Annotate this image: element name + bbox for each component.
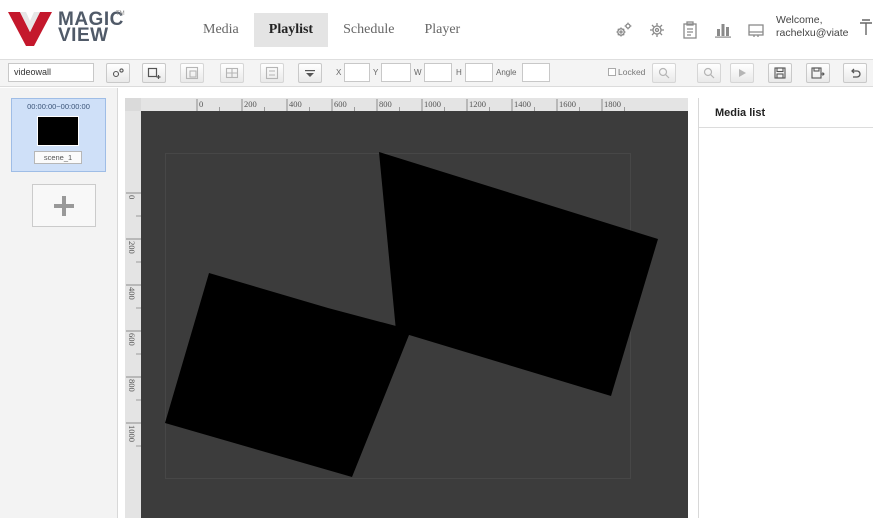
tab-schedule[interactable]: Schedule (328, 13, 409, 47)
settings-gears-icon (112, 68, 124, 78)
distribute-button[interactable] (260, 63, 284, 83)
plus-icon (54, 195, 74, 216)
tab-media[interactable]: Media (188, 13, 254, 47)
ruler-label: 1800 (604, 99, 621, 109)
zoom-out-button[interactable] (697, 63, 721, 83)
w-input[interactable] (424, 63, 452, 82)
scene-settings-button[interactable] (106, 63, 130, 83)
logo-trademark: TM (116, 11, 125, 17)
ruler-label: 200 (127, 241, 137, 254)
x-input[interactable] (344, 63, 370, 82)
app-header: MAGIC VIEW TM Media Playlist Schedule Pl… (0, 0, 873, 60)
ruler-label: 400 (127, 287, 137, 300)
ruler-corner (125, 98, 141, 111)
save-as-button[interactable] (806, 63, 830, 83)
distribute-icon (265, 66, 279, 80)
save-as-icon (811, 67, 825, 79)
ruler-label: 400 (289, 99, 302, 109)
y-input[interactable] (381, 63, 411, 82)
undo-button[interactable] (843, 63, 867, 83)
layer-menu-button[interactable] (298, 63, 322, 83)
ruler-label: 600 (334, 99, 347, 109)
ruler-label: 800 (379, 99, 392, 109)
media-list-panel: Media list (698, 98, 873, 518)
bring-forward-button[interactable] (180, 63, 204, 83)
horizontal-ruler: 0 200 400 600 800 1000 1200 1400 1600 1800 (141, 98, 688, 111)
user-email[interactable]: rachelxu@viate (776, 27, 849, 40)
scene-thumbnail (37, 116, 79, 146)
add-scene-button[interactable] (32, 184, 96, 227)
play-icon (739, 69, 746, 77)
user-greeting: Welcome, rachelxu@viate (776, 14, 849, 40)
add-region-button[interactable] (142, 63, 166, 83)
angle-label: Angle (496, 68, 517, 77)
grid-icon (225, 67, 239, 79)
vertical-ruler-scale: 0 200 400 600 800 1000 (126, 192, 141, 447)
locked-label: Locked (618, 67, 646, 77)
media-list-title: Media list (699, 98, 873, 128)
pin-icon[interactable] (858, 18, 873, 38)
h-input[interactable] (465, 63, 493, 82)
settings-gears-icon[interactable] (612, 18, 635, 42)
ruler-label: 1600 (559, 99, 576, 109)
gear-icon[interactable] (645, 18, 668, 42)
undo-icon (851, 68, 861, 78)
h-label: H (456, 68, 462, 77)
zoom-in-icon (658, 67, 670, 79)
layer-up-icon (185, 66, 199, 80)
logo-line-2: VIEW (58, 25, 109, 46)
ruler-label: 0 (127, 195, 137, 199)
ruler-label: 1000 (424, 99, 441, 109)
locked-checkbox[interactable] (608, 68, 616, 76)
monitor-icon[interactable] (744, 18, 767, 42)
horizontal-ruler-scale: 0 200 400 600 800 1000 1200 1400 1600 1800 (196, 99, 625, 111)
screen-region-2[interactable] (379, 152, 658, 396)
angle-input[interactable] (522, 63, 550, 82)
w-label: W (414, 68, 422, 77)
main-nav: Media Playlist Schedule Player (188, 13, 475, 47)
y-label: Y (373, 68, 379, 77)
playlist-name-input[interactable]: videowall (8, 63, 94, 82)
welcome-text: Welcome, (776, 14, 823, 26)
ruler-label: 800 (127, 379, 137, 392)
zoom-in-button[interactable] (652, 63, 676, 83)
scene-time-range: 00:00:00~00:00:00 (27, 102, 90, 111)
bar-chart-icon[interactable] (711, 18, 734, 42)
ruler-label: 600 (127, 333, 137, 346)
header-icon-bar (612, 18, 777, 42)
ruler-label: 1400 (514, 99, 531, 109)
add-region-icon (147, 67, 161, 79)
ruler-label: 200 (244, 99, 257, 109)
zoom-out-icon (703, 67, 715, 79)
canvas-drawing (165, 152, 658, 477)
clipboard-icon[interactable] (678, 18, 701, 42)
scene-list-panel: 00:00:00~00:00:00 scene_1 (0, 88, 118, 518)
scene-name[interactable]: scene_1 (34, 151, 82, 164)
logo-v-mark-icon (8, 12, 52, 46)
editor-toolbar: videowall X Y W H Angle Locked (0, 60, 873, 87)
scene-card[interactable]: 00:00:00~00:00:00 scene_1 (11, 98, 106, 172)
ruler-label: 0 (199, 99, 203, 109)
ruler-label: 1200 (469, 99, 486, 109)
vertical-ruler: 0 200 400 600 800 1000 (125, 111, 141, 518)
layout-canvas[interactable] (141, 111, 688, 518)
screen-region-1[interactable] (165, 273, 411, 477)
ruler-label: 1000 (127, 425, 137, 442)
locked-checkbox-group[interactable]: Locked (608, 67, 645, 77)
magicview-logo[interactable]: MAGIC VIEW TM (6, 8, 126, 48)
tab-playlist[interactable]: Playlist (253, 13, 329, 47)
save-icon (774, 67, 786, 79)
align-grid-button[interactable] (220, 63, 244, 83)
tab-player[interactable]: Player (409, 13, 475, 47)
save-button[interactable] (768, 63, 792, 83)
logo-wordmark: MAGIC VIEW (58, 10, 124, 46)
filter-dropdown-icon (305, 70, 315, 77)
x-label: X (336, 68, 342, 77)
preview-play-button[interactable] (730, 63, 754, 83)
